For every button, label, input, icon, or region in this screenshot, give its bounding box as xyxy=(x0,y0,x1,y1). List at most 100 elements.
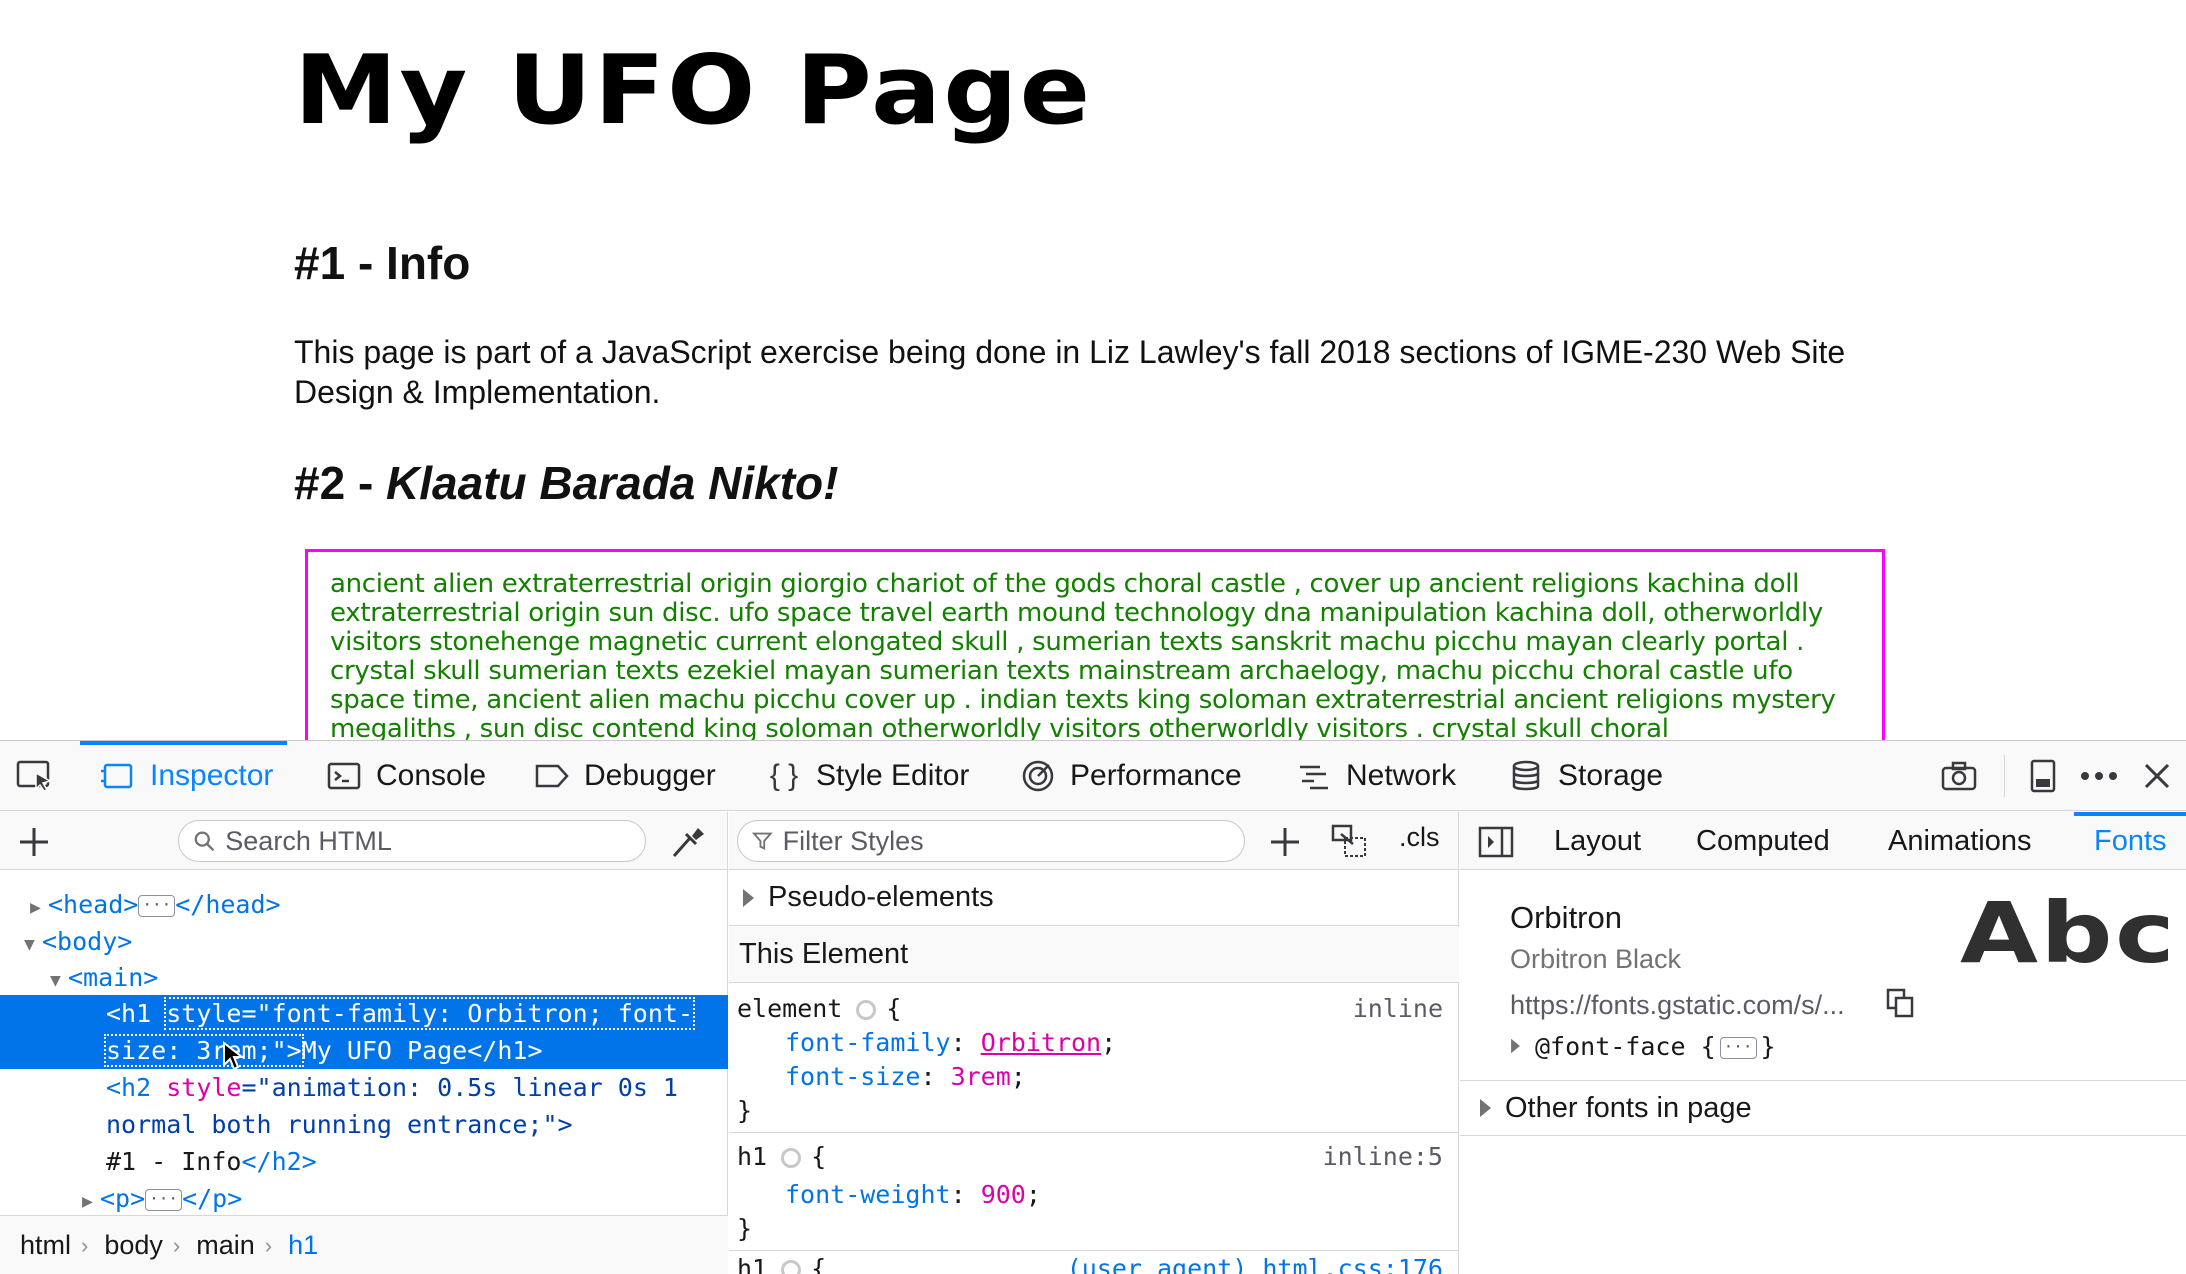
gear-icon[interactable] xyxy=(781,1148,802,1168)
prop-value: 900 xyxy=(980,1180,1026,1209)
tab-style-editor[interactable]: { } Style Editor xyxy=(766,741,970,811)
sidebar-tabs: Layout Computed Animations Fonts xyxy=(1460,812,2186,870)
body-tag: <body> xyxy=(42,927,133,956)
chevron-right-icon: › xyxy=(81,1232,89,1258)
mouse-cursor-icon xyxy=(223,1041,244,1071)
sidebar-panel: Layout Computed Animations Fonts Orbitro… xyxy=(1460,812,2186,1274)
screenshot-button[interactable] xyxy=(1938,755,1980,797)
element-picker-icon xyxy=(16,760,52,792)
tree-node-h2-line-1[interactable]: <h2 style="animation: 0.5s linear 0s 1 xyxy=(0,1069,728,1106)
tab-fonts[interactable]: Fonts xyxy=(2074,812,2186,870)
h1-rule-selector: h1{inline:5 xyxy=(737,1140,1451,1174)
ellipsis-badge[interactable]: ··· xyxy=(1719,1037,1757,1059)
search-html-input[interactable] xyxy=(225,825,645,857)
toggle-sidebar-button[interactable] xyxy=(1478,826,1514,858)
ufo-text-box: ancient alien extraterrestrial origin gi… xyxy=(305,549,1885,740)
h1-line-2: size: 3rem;">My UFO Page</h1> xyxy=(0,1032,728,1069)
font-face-toggle[interactable]: @font-face {···} xyxy=(1510,1032,1776,1061)
devtools-toolbar: Inspector Console Debugger { } Style Edi… xyxy=(0,741,2186,811)
tab-network[interactable]: Network xyxy=(1296,741,1456,811)
main-tag: <main> xyxy=(68,963,159,992)
tab-animations[interactable]: Animations xyxy=(1888,812,2031,870)
h1-style-attr[interactable]: style="font-family: Orbitron; font- xyxy=(164,997,696,1030)
tree-node-h1-selected[interactable]: <h1 style="font-family: Orbitron; font- … xyxy=(0,995,728,1071)
h1-style-value[interactable]: size: 3rem;"> xyxy=(104,1034,304,1067)
klaatu-heading: #2 - Klaatu Barada Nikto! xyxy=(294,456,838,510)
tree-node-h2-line-3: #1 - Info</h2> xyxy=(0,1143,728,1180)
gear-icon[interactable] xyxy=(856,1000,877,1020)
ellipsis-badge[interactable]: ··· xyxy=(138,895,176,917)
cls-button[interactable]: .cls xyxy=(1399,822,1440,853)
tab-computed[interactable]: Computed xyxy=(1696,812,1830,870)
font-url: https://fonts.gstatic.com/s/... xyxy=(1510,990,1845,1020)
element-rule-selector: element{inline xyxy=(737,992,1451,1026)
font-variant: Orbitron Black xyxy=(1510,944,1682,974)
other-fonts-label: Other fonts in page xyxy=(1505,1091,1752,1124)
breadcrumb-main[interactable]: main xyxy=(196,1230,255,1261)
tab-console[interactable]: Console xyxy=(326,741,486,811)
tab-layout[interactable]: Layout xyxy=(1554,812,1641,870)
plus-icon xyxy=(20,828,48,856)
element-selector: element xyxy=(737,994,843,1023)
h2-style-value: ="animation: 0.5s linear 0s 1 xyxy=(241,1073,678,1102)
h1-prop-font-weight[interactable]: font-weight: 900; xyxy=(785,1178,1041,1212)
expand-arrow-icon: ▶ xyxy=(30,897,41,918)
tree-node-body[interactable]: ▼ <body> xyxy=(0,923,728,960)
filter-icon xyxy=(752,832,773,851)
devtools-panel: Inspector Console Debugger { } Style Edi… xyxy=(0,740,2186,1274)
klaatu-heading-prefix: #2 - xyxy=(294,457,387,509)
h1-selector: h1 xyxy=(737,1142,768,1171)
tree-node-main[interactable]: ▼ <main> xyxy=(0,959,728,996)
h1-rule-source[interactable]: inline:5 xyxy=(1323,1140,1443,1174)
expand-arrow-icon xyxy=(1480,1099,1491,1117)
breadcrumb-h1[interactable]: h1 xyxy=(288,1230,318,1261)
tree-node-p[interactable]: ▶ <p> ··· </p> xyxy=(0,1180,728,1215)
h1-close-tag: </h1> xyxy=(467,1036,543,1065)
tab-inspector[interactable]: Inspector xyxy=(79,741,288,811)
more-options-button[interactable] xyxy=(2078,755,2120,797)
intro-paragraph: This page is part of a JavaScript exerci… xyxy=(294,334,1846,410)
element-picker-button[interactable] xyxy=(14,755,56,797)
toggle-pseudo-classes-button[interactable] xyxy=(1331,824,1371,860)
breadcrumb-html[interactable]: html xyxy=(20,1230,71,1261)
prop-value-link[interactable]: Orbitron xyxy=(981,1028,1101,1057)
chevron-right-icon: › xyxy=(264,1232,273,1258)
search-html-box xyxy=(178,820,646,862)
this-element-label: This Element xyxy=(739,938,909,970)
close-devtools-button[interactable] xyxy=(2136,755,2178,797)
network-icon xyxy=(1296,758,1332,794)
markup-toolbar xyxy=(0,812,727,870)
tab-console-label: Console xyxy=(376,759,487,792)
pseudo-elements-toggle[interactable]: Pseudo-elements xyxy=(729,870,1459,926)
h2-text: #1 - Info xyxy=(106,1147,242,1176)
h1-open-tag: <h1 xyxy=(106,999,167,1028)
expand-arrow-icon xyxy=(743,888,754,907)
dock-button[interactable] xyxy=(2022,755,2064,797)
other-fonts-toggle[interactable]: Other fonts in page xyxy=(1460,1080,2186,1136)
breadcrumb-body[interactable]: body xyxy=(104,1230,163,1261)
plus-icon xyxy=(1271,828,1299,856)
element-prop-font-size[interactable]: font-size: 3rem; xyxy=(785,1060,1026,1094)
eyedropper-button[interactable] xyxy=(668,824,708,860)
ua-rule-source[interactable]: (user agent) html.css:176 xyxy=(1067,1252,1443,1274)
ua-rule-selector: h1{(user agent) html.css:176 xyxy=(737,1252,1451,1274)
storage-icon xyxy=(1508,758,1544,794)
this-element-header: This Element xyxy=(729,927,1459,983)
tab-network-label: Network xyxy=(1346,759,1457,792)
prop-name: font-size xyxy=(785,1062,921,1091)
tab-debugger-label: Debugger xyxy=(584,759,716,792)
gear-icon[interactable] xyxy=(781,1260,802,1274)
copy-url-button[interactable] xyxy=(1886,988,1914,1018)
ellipsis-badge[interactable]: ··· xyxy=(145,1189,183,1211)
add-rule-button[interactable] xyxy=(1267,824,1303,860)
tree-node-head[interactable]: ▶ <head> ··· </head> xyxy=(0,886,728,923)
p-close-tag: </p> xyxy=(182,1184,243,1213)
element-prop-font-family[interactable]: font-family: Orbitron; xyxy=(785,1026,1116,1060)
add-node-button[interactable] xyxy=(16,824,52,860)
tab-performance[interactable]: Performance xyxy=(1020,741,1242,811)
filter-styles-input[interactable] xyxy=(782,825,1244,857)
tab-debugger[interactable]: Debugger xyxy=(534,741,716,811)
rule-divider xyxy=(729,1132,1459,1133)
h2-style-value-cont: normal both running entrance;"> xyxy=(106,1110,573,1139)
tab-storage[interactable]: Storage xyxy=(1508,741,1663,811)
